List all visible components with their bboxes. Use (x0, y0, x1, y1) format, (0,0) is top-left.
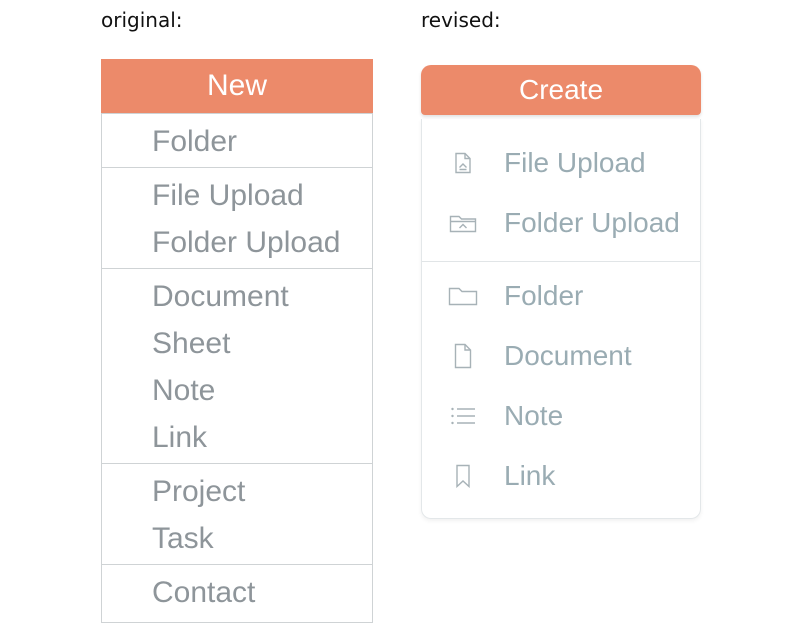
menu-item-folder[interactable]: Folder (422, 266, 700, 326)
create-dropdown: File Upload Folder Upload Folder Documen… (421, 119, 701, 519)
menu-item-note[interactable]: Note (102, 367, 372, 414)
list-icon (422, 406, 504, 426)
menu-item-project[interactable]: Project (102, 468, 372, 515)
menu-group: File Upload Folder Upload (102, 167, 372, 268)
menu-item-sheet[interactable]: Sheet (102, 320, 372, 367)
menu-item-label: Folder Upload (504, 207, 680, 238)
folder-upload-icon (422, 212, 504, 234)
menu-item-note[interactable]: Note (422, 386, 700, 446)
menu-item-file-upload[interactable]: File Upload (102, 172, 372, 219)
menu-item-file-upload[interactable]: File Upload (422, 133, 700, 193)
new-button[interactable]: New (101, 59, 373, 113)
caption-revised: revised: (421, 8, 501, 32)
original-new-menu: New Folder File Upload Folder Upload Doc… (101, 59, 373, 623)
bookmark-icon (422, 464, 504, 488)
menu-item-label: Link (504, 460, 556, 491)
menu-group: Project Task (102, 463, 372, 564)
folder-icon (422, 285, 504, 307)
menu-item-task[interactable]: Task (102, 515, 372, 562)
menu-item-document[interactable]: Document (422, 326, 700, 386)
menu-group: Document Sheet Note Link (102, 268, 372, 463)
menu-item-label: File Upload (504, 147, 646, 178)
menu-item-label: Document (504, 340, 632, 371)
menu-item-link[interactable]: Link (102, 414, 372, 461)
menu-item-folder[interactable]: Folder (102, 118, 372, 165)
menu-item-link[interactable]: Link (422, 446, 700, 506)
menu-item-label: Note (504, 400, 564, 431)
menu-group: Folder (102, 113, 372, 167)
caption-original: original: (101, 8, 183, 32)
menu-item-folder-upload[interactable]: Folder Upload (102, 219, 372, 266)
menu-item-label: Folder (504, 280, 584, 311)
file-upload-icon (422, 152, 504, 174)
menu-item-folder-upload[interactable]: Folder Upload (422, 193, 700, 253)
menu-separator (422, 261, 700, 262)
create-button[interactable]: Create (421, 65, 701, 115)
document-icon (422, 343, 504, 369)
menu-group: Contact (102, 564, 372, 623)
revised-create-menu: Create File Upload Folder Upload Folder … (421, 65, 701, 519)
menu-item-document[interactable]: Document (102, 273, 372, 320)
menu-item-contact[interactable]: Contact (102, 569, 372, 616)
